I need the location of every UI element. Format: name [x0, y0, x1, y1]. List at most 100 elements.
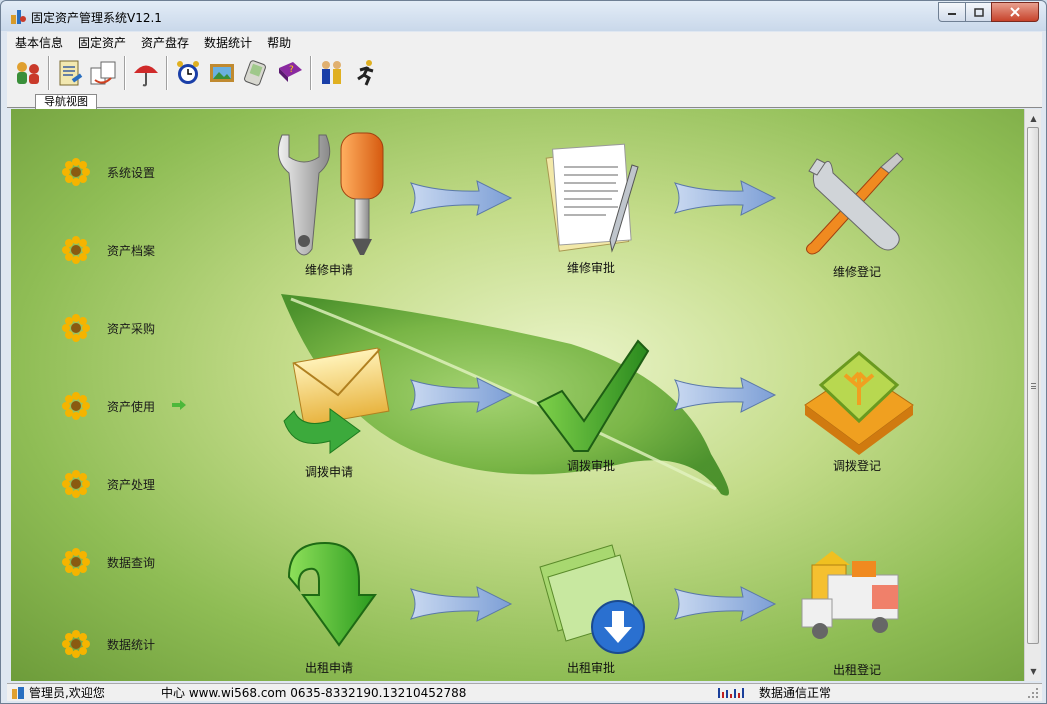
node-label: 维修申请 — [304, 263, 353, 277]
repair-register-node[interactable]: 维修登记 — [777, 149, 937, 280]
tab-navigation-view[interactable]: 导航视图 — [35, 94, 97, 109]
flower-icon — [62, 548, 90, 576]
resize-grip-icon[interactable] — [1027, 687, 1039, 699]
envelope-arrow-icon — [283, 347, 390, 454]
navigation-panel: 系统设置 资产档案 资产采购 资产使用 资产处理 数据查询 数据统计 维修申请 … — [11, 109, 1024, 681]
folder-download-icon — [539, 544, 645, 654]
flow-arrow-icon — [673, 586, 777, 622]
lease-register-node[interactable]: 出租登记 — [777, 545, 937, 678]
delivery-truck-icon — [801, 551, 899, 639]
node-label: 调拨申请 — [304, 465, 353, 479]
status-contact: 中心 www.wi568.com 0635-8332190.1321045278… — [161, 686, 467, 700]
transfer-approval-node[interactable]: 调拨审批 — [511, 337, 671, 474]
transfer-icon — [90, 61, 116, 85]
user-status-icon — [12, 687, 24, 699]
lease-approval-node[interactable]: 出租审批 — [511, 539, 671, 676]
umbrella-icon — [134, 65, 158, 87]
flower-icon — [62, 392, 90, 420]
tools-cross-icon — [806, 152, 904, 255]
menu-inventory[interactable]: 资产盘存 — [133, 34, 196, 51]
transfer-request-node[interactable]: 调拨申请 — [249, 341, 409, 480]
run-icon — [357, 60, 374, 86]
menu-basic-info[interactable]: 基本信息 — [7, 34, 70, 51]
flow-arrow-icon — [409, 586, 513, 622]
nav-label: 系统设置 — [107, 165, 156, 180]
nav-item-asset-purchase[interactable]: 资产采购 — [61, 313, 155, 343]
flower-icon — [62, 158, 90, 186]
document-pen-icon — [545, 143, 639, 253]
flower-icon — [62, 314, 90, 342]
toolbar-picture-button[interactable] — [205, 55, 239, 91]
toolbar-separator — [124, 56, 126, 90]
close-icon — [1010, 7, 1020, 17]
wrench-screwdriver-icon — [277, 132, 384, 256]
flow-arrow-icon — [673, 377, 777, 413]
nav-label: 资产采购 — [107, 321, 156, 336]
flower-icon — [62, 630, 90, 658]
flower-icon — [62, 470, 90, 498]
vertical-scrollbar[interactable]: ▲ ▼ — [1024, 109, 1041, 681]
nav-item-asset-archive[interactable]: 资产档案 — [61, 235, 155, 265]
nav-label: 数据统计 — [107, 637, 156, 652]
status-bar: 管理员,欢迎您 中心 www.wi568.com 0635-8332190.13… — [7, 683, 1042, 701]
node-label: 维修登记 — [832, 265, 881, 279]
status-user: 管理员,欢迎您 — [29, 686, 105, 700]
grip-icon — [1031, 383, 1036, 389]
window-title: 固定资产管理系统V12.1 — [31, 11, 162, 25]
node-label: 调拨登记 — [832, 459, 881, 473]
checkmark-icon — [536, 339, 650, 452]
book-direction-icon — [804, 351, 914, 455]
nav-item-data-statistics[interactable]: 数据统计 — [61, 629, 155, 659]
app-window: 固定资产管理系统V12.1 基本信息 固定资产 资产盘存 数据统计 帮助 ? 导… — [0, 0, 1047, 704]
repair-approval-node[interactable]: 维修审批 — [511, 137, 671, 276]
minimize-icon — [948, 13, 956, 15]
close-button[interactable] — [991, 2, 1039, 22]
app-icon — [11, 10, 26, 24]
toolbar-document-button[interactable] — [53, 55, 87, 91]
node-label: 出租审批 — [566, 661, 615, 675]
scroll-thumb[interactable] — [1027, 127, 1039, 644]
menu-help[interactable]: 帮助 — [259, 34, 298, 51]
title-bar: 固定资产管理系统V12.1 — [1, 1, 1046, 31]
alarm-clock-icon — [177, 61, 199, 84]
maximize-button[interactable] — [965, 2, 992, 22]
transfer-register-node[interactable]: 调拨登记 — [777, 345, 937, 474]
minimize-button[interactable] — [938, 2, 966, 22]
nav-label: 数据查询 — [107, 555, 156, 570]
nav-item-asset-usage[interactable]: 资产使用 — [61, 391, 155, 421]
repair-request-node[interactable]: 维修申请 — [249, 129, 409, 278]
nav-item-system-settings[interactable]: 系统设置 — [61, 157, 155, 187]
handheld-icon — [244, 60, 266, 86]
picture-icon — [210, 64, 234, 82]
status-communication: 数据通信正常 — [759, 686, 832, 700]
return-arrow-icon — [287, 541, 377, 647]
lease-request-node[interactable]: 出租申请 — [249, 537, 409, 676]
nav-label: 资产处理 — [107, 477, 156, 492]
node-label: 出租申请 — [304, 661, 353, 675]
people-icon — [322, 61, 341, 84]
toolbar-help-button[interactable]: ? — [273, 55, 307, 91]
signal-icon — [718, 688, 744, 698]
nav-label: 资产使用 — [107, 399, 156, 414]
scroll-up-icon[interactable]: ▲ — [1025, 110, 1042, 127]
nav-label: 资产档案 — [107, 243, 156, 258]
toolbar-users-button[interactable] — [11, 55, 45, 91]
users-icon — [17, 62, 39, 84]
toolbar-clock-button[interactable] — [171, 55, 205, 91]
toolbar-transfer-button[interactable] — [87, 55, 121, 91]
menu-statistics[interactable]: 数据统计 — [196, 34, 259, 51]
toolbar-separator — [48, 56, 50, 90]
toolbar-people-button[interactable] — [315, 55, 349, 91]
maximize-icon — [973, 7, 984, 17]
nav-item-asset-disposal[interactable]: 资产处理 — [61, 469, 155, 499]
flow-arrow-icon — [673, 180, 777, 216]
menu-fixed-assets[interactable]: 固定资产 — [70, 34, 133, 51]
scroll-down-icon[interactable]: ▼ — [1025, 663, 1042, 680]
toolbar-handheld-button[interactable] — [239, 55, 273, 91]
node-label: 维修审批 — [566, 261, 615, 275]
toolbar-umbrella-button[interactable] — [129, 55, 163, 91]
toolbar: ? — [7, 52, 1042, 94]
document-edit-icon — [59, 60, 83, 86]
toolbar-exit-button[interactable] — [349, 55, 383, 91]
nav-item-data-query[interactable]: 数据查询 — [61, 547, 155, 577]
